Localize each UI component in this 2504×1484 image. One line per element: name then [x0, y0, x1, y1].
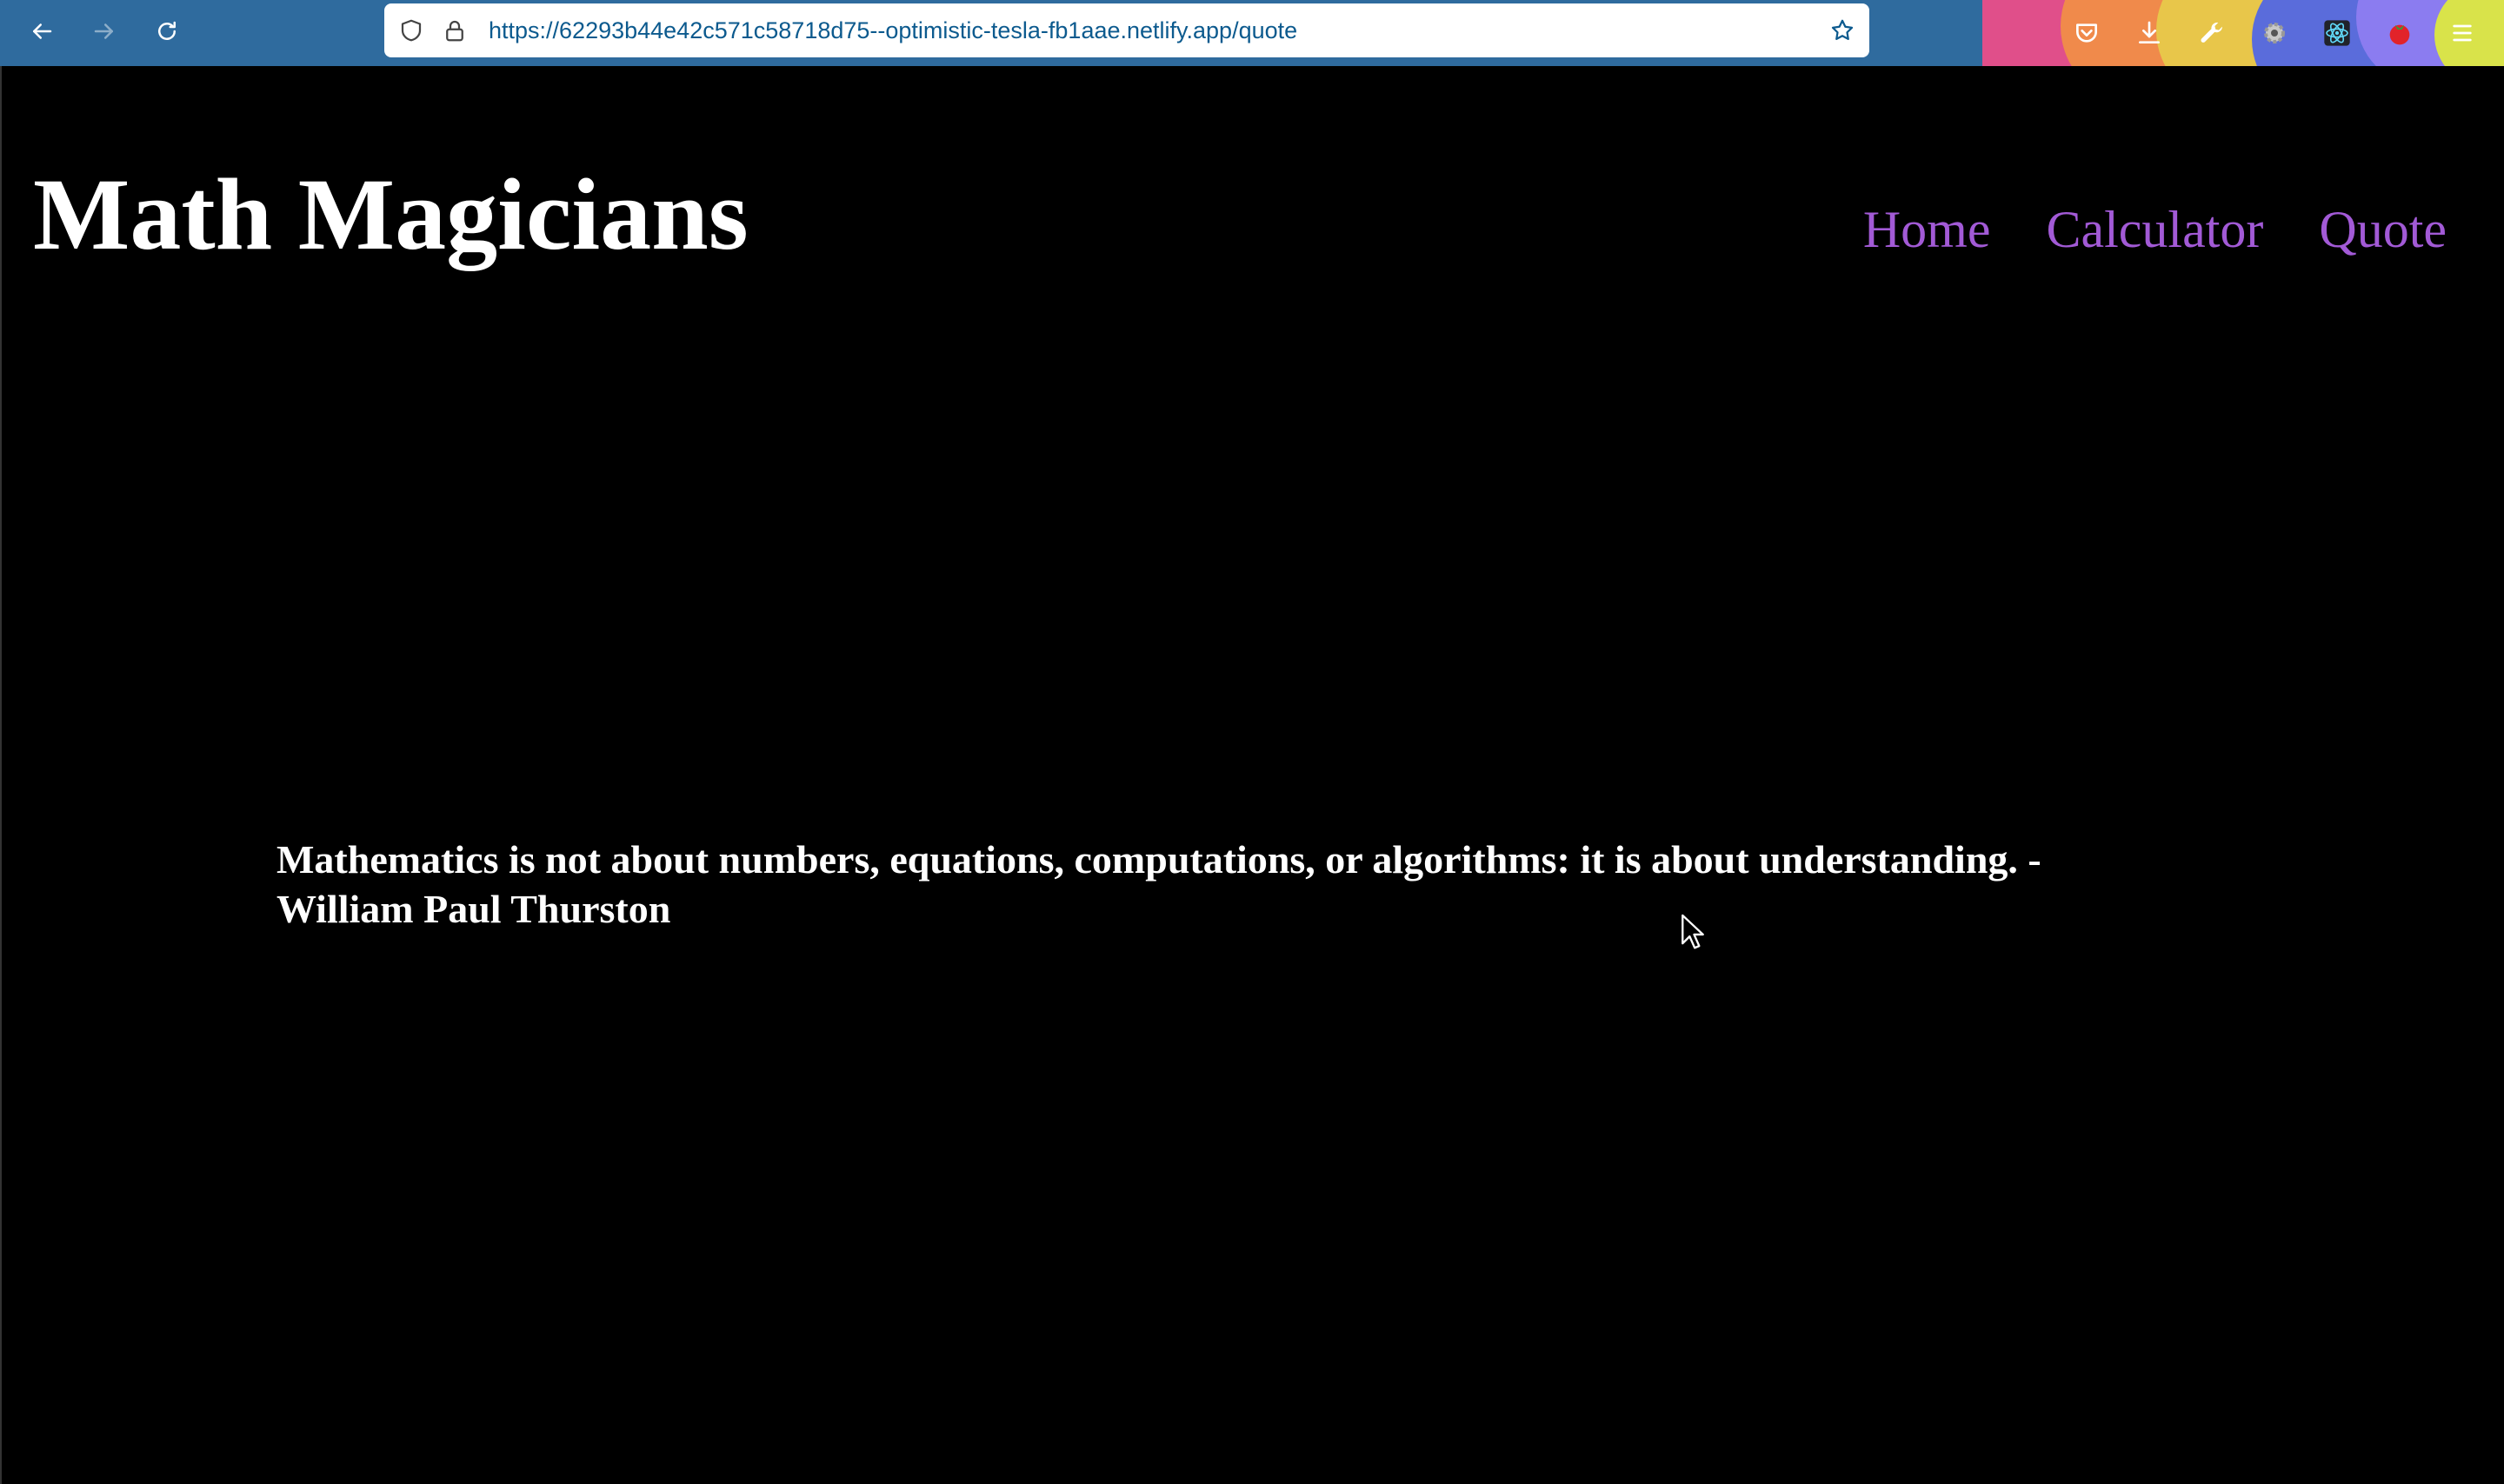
quote-text: Mathematics is not about numbers, equati… [276, 837, 2041, 931]
url-text[interactable]: https://62293b44e42c571c58718d75--optimi… [489, 17, 1828, 44]
nav-link-home[interactable]: Home [1863, 200, 1991, 260]
menu-icon[interactable] [2443, 14, 2481, 52]
theme-decoration [1982, 0, 2504, 66]
shield-icon[interactable] [396, 16, 426, 45]
forward-button[interactable] [83, 12, 125, 54]
reload-button[interactable] [146, 12, 188, 54]
gear-extension-icon[interactable] [2255, 14, 2294, 52]
address-bar[interactable]: https://62293b44e42c571c58718d75--optimi… [384, 3, 1869, 57]
nav-link-quote[interactable]: Quote [2319, 200, 2447, 260]
download-icon[interactable] [2130, 14, 2168, 52]
reload-icon [154, 18, 180, 49]
site-nav: Home Calculator Quote [1863, 200, 2447, 260]
mouse-cursor-icon [1682, 914, 1704, 949]
back-button[interactable] [21, 12, 63, 54]
site-title: Math Magicians [33, 157, 749, 271]
browser-toolbar: https://62293b44e42c571c58718d75--optimi… [0, 0, 2504, 66]
forward-arrow-icon [91, 18, 117, 49]
react-devtools-icon[interactable] [2318, 14, 2356, 52]
nav-link-calculator[interactable]: Calculator [2046, 200, 2263, 260]
tomato-extension-icon[interactable] [2381, 14, 2419, 52]
back-arrow-icon [29, 18, 55, 49]
page-content: Math Magicians Home Calculator Quote Mat… [0, 66, 2504, 1484]
wrench-icon[interactable] [2193, 14, 2231, 52]
star-icon[interactable] [1828, 16, 1857, 45]
lock-icon[interactable] [440, 16, 470, 45]
pocket-icon[interactable] [2068, 14, 2106, 52]
